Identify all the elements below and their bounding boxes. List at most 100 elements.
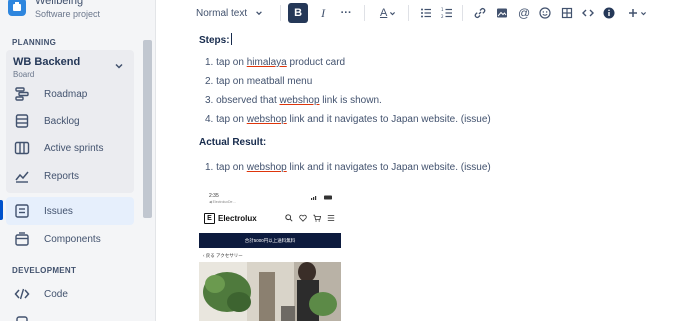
app-root: Wellbeing Software project PLANNING WB B… xyxy=(0,0,680,321)
list-item: 1. tap on webshop link and it navigates … xyxy=(205,162,491,173)
toolbar-divider xyxy=(364,5,366,21)
sidebar-item-roadmap[interactable]: Roadmap xyxy=(6,80,134,108)
sidebar-item-label: Code xyxy=(44,288,68,300)
sidebar-item-label: Backlog xyxy=(44,115,80,127)
shipping-banner: 合計5000円以上送料無料 xyxy=(199,233,341,248)
list-number: 1. xyxy=(205,57,214,68)
text-color-button[interactable]: A xyxy=(377,3,399,23)
hamburger-menu-icon xyxy=(327,215,335,221)
components-icon xyxy=(12,229,32,249)
steps-heading: Steps: xyxy=(199,33,232,46)
electrolux-mark-icon: E xyxy=(204,213,215,224)
product-photo xyxy=(199,262,341,321)
list-item: 3. observed that webshop link is shown. xyxy=(205,95,382,106)
list-number: 1. xyxy=(205,162,214,173)
text-style-label: Normal text xyxy=(196,7,248,19)
list-item: 2. tap on meatball menu xyxy=(205,76,312,87)
chevron-down-icon xyxy=(640,11,646,15)
svg-text:2: 2 xyxy=(441,14,444,19)
project-type: Software project xyxy=(35,9,101,19)
project-name: Wellbeing xyxy=(35,0,84,7)
list-text: link and it navigates to Japan website. … xyxy=(286,114,491,125)
sidebar-item-components[interactable]: Components xyxy=(6,225,134,253)
sidebar: Wellbeing Software project PLANNING WB B… xyxy=(0,0,156,321)
code-icon xyxy=(12,284,32,304)
link-icon[interactable] xyxy=(474,3,486,23)
spellcheck-word: webshop xyxy=(246,162,287,173)
svg-text:1: 1 xyxy=(441,7,444,12)
toolbar-divider xyxy=(280,5,282,21)
steps-heading-text: Steps: xyxy=(199,35,230,46)
info-icon[interactable] xyxy=(603,3,615,23)
search-icon xyxy=(285,214,293,222)
sidebar-item-label: Components xyxy=(44,233,101,245)
spellcheck-word: himalaya xyxy=(246,57,287,68)
development-section-header: DEVELOPMENT xyxy=(12,266,77,275)
shipping-banner-text: 合計5000円以上送料無料 xyxy=(244,237,296,243)
list-text: tap on meatball menu xyxy=(216,76,313,87)
phone-status-time: 2:35 xyxy=(209,193,219,199)
sidebar-item-releases[interactable] xyxy=(6,308,134,321)
plus-icon xyxy=(628,9,637,17)
sidebar-item-label: Roadmap xyxy=(44,88,88,100)
numbered-list-icon[interactable]: 12 xyxy=(441,3,453,23)
bold-button[interactable]: B xyxy=(288,3,309,23)
text-color-label: A xyxy=(379,7,388,19)
more-formatting-button[interactable]: ··· xyxy=(340,3,352,23)
insert-more-button[interactable] xyxy=(626,3,648,23)
list-text: tap on xyxy=(216,57,247,68)
project-avatar-icon xyxy=(8,0,26,16)
roadmap-icon xyxy=(12,84,32,104)
cart-icon xyxy=(313,214,321,222)
list-text: product card xyxy=(286,57,346,68)
issues-icon xyxy=(12,201,32,221)
board-title[interactable]: WB Backend xyxy=(13,56,80,68)
list-number: 4. xyxy=(205,114,214,125)
sidebar-item-label: Active sprints xyxy=(44,142,104,154)
code-snippet-icon[interactable] xyxy=(582,3,595,23)
back-breadcrumb: ‹ 戻る アクセサリー xyxy=(203,253,243,258)
attached-screenshot[interactable]: 2:35 ◀ ElectroluxDe… E Electrolux 合計5000… xyxy=(199,193,341,321)
table-icon[interactable] xyxy=(561,3,573,23)
spellcheck-word: webshop xyxy=(246,114,287,125)
chevron-down-icon[interactable] xyxy=(114,61,124,71)
toolbar-divider xyxy=(462,5,464,21)
italic-button[interactable]: I xyxy=(318,3,328,23)
active-sprints-icon xyxy=(12,138,32,158)
electrolux-logo: E Electrolux xyxy=(204,213,257,224)
backlog-icon xyxy=(12,111,32,131)
heart-icon xyxy=(299,214,307,222)
sidebar-item-active-sprints[interactable]: Active sprints xyxy=(6,134,134,162)
list-text: tap on xyxy=(216,162,247,173)
sidebar-item-code[interactable]: Code xyxy=(6,280,134,308)
sidebar-scrollbar[interactable] xyxy=(143,40,152,218)
actual-result-heading: Actual Result: xyxy=(199,137,267,148)
list-item: 4. tap on webshop link and it navigates … xyxy=(205,114,491,125)
list-text: link and it navigates to Japan website. … xyxy=(286,162,491,173)
list-item: 1. tap on himalaya product card xyxy=(205,57,345,68)
brand-name: Electrolux xyxy=(218,214,257,223)
emoji-icon[interactable] xyxy=(539,3,551,23)
active-indicator xyxy=(0,200,3,220)
phone-signal-icon xyxy=(311,195,333,202)
editor-toolbar: Normal text B I ··· A 12 @ xyxy=(176,0,680,26)
chevron-down-icon xyxy=(390,11,396,15)
mention-icon[interactable]: @ xyxy=(518,3,530,23)
spellcheck-word: webshop xyxy=(279,95,320,106)
sidebar-item-backlog[interactable]: Backlog xyxy=(6,107,134,135)
chevron-down-icon xyxy=(256,11,262,16)
bullet-list-icon[interactable] xyxy=(420,3,432,23)
sidebar-item-reports[interactable]: Reports xyxy=(6,162,134,190)
project-header[interactable]: Wellbeing Software project xyxy=(8,0,100,20)
planning-section-header: PLANNING xyxy=(12,38,57,47)
toolbar-divider xyxy=(408,5,410,21)
sidebar-item-issues[interactable]: Issues xyxy=(6,197,134,225)
sidebar-item-label: Issues xyxy=(44,205,73,217)
list-text: tap on xyxy=(216,114,247,125)
list-number: 2. xyxy=(205,76,214,87)
releases-icon xyxy=(12,312,32,321)
list-number: 3. xyxy=(205,95,214,106)
text-style-dropdown[interactable]: Normal text xyxy=(196,8,263,19)
image-icon[interactable] xyxy=(496,3,508,23)
back-breadcrumb-text: 戻る アクセサリー xyxy=(205,253,243,258)
